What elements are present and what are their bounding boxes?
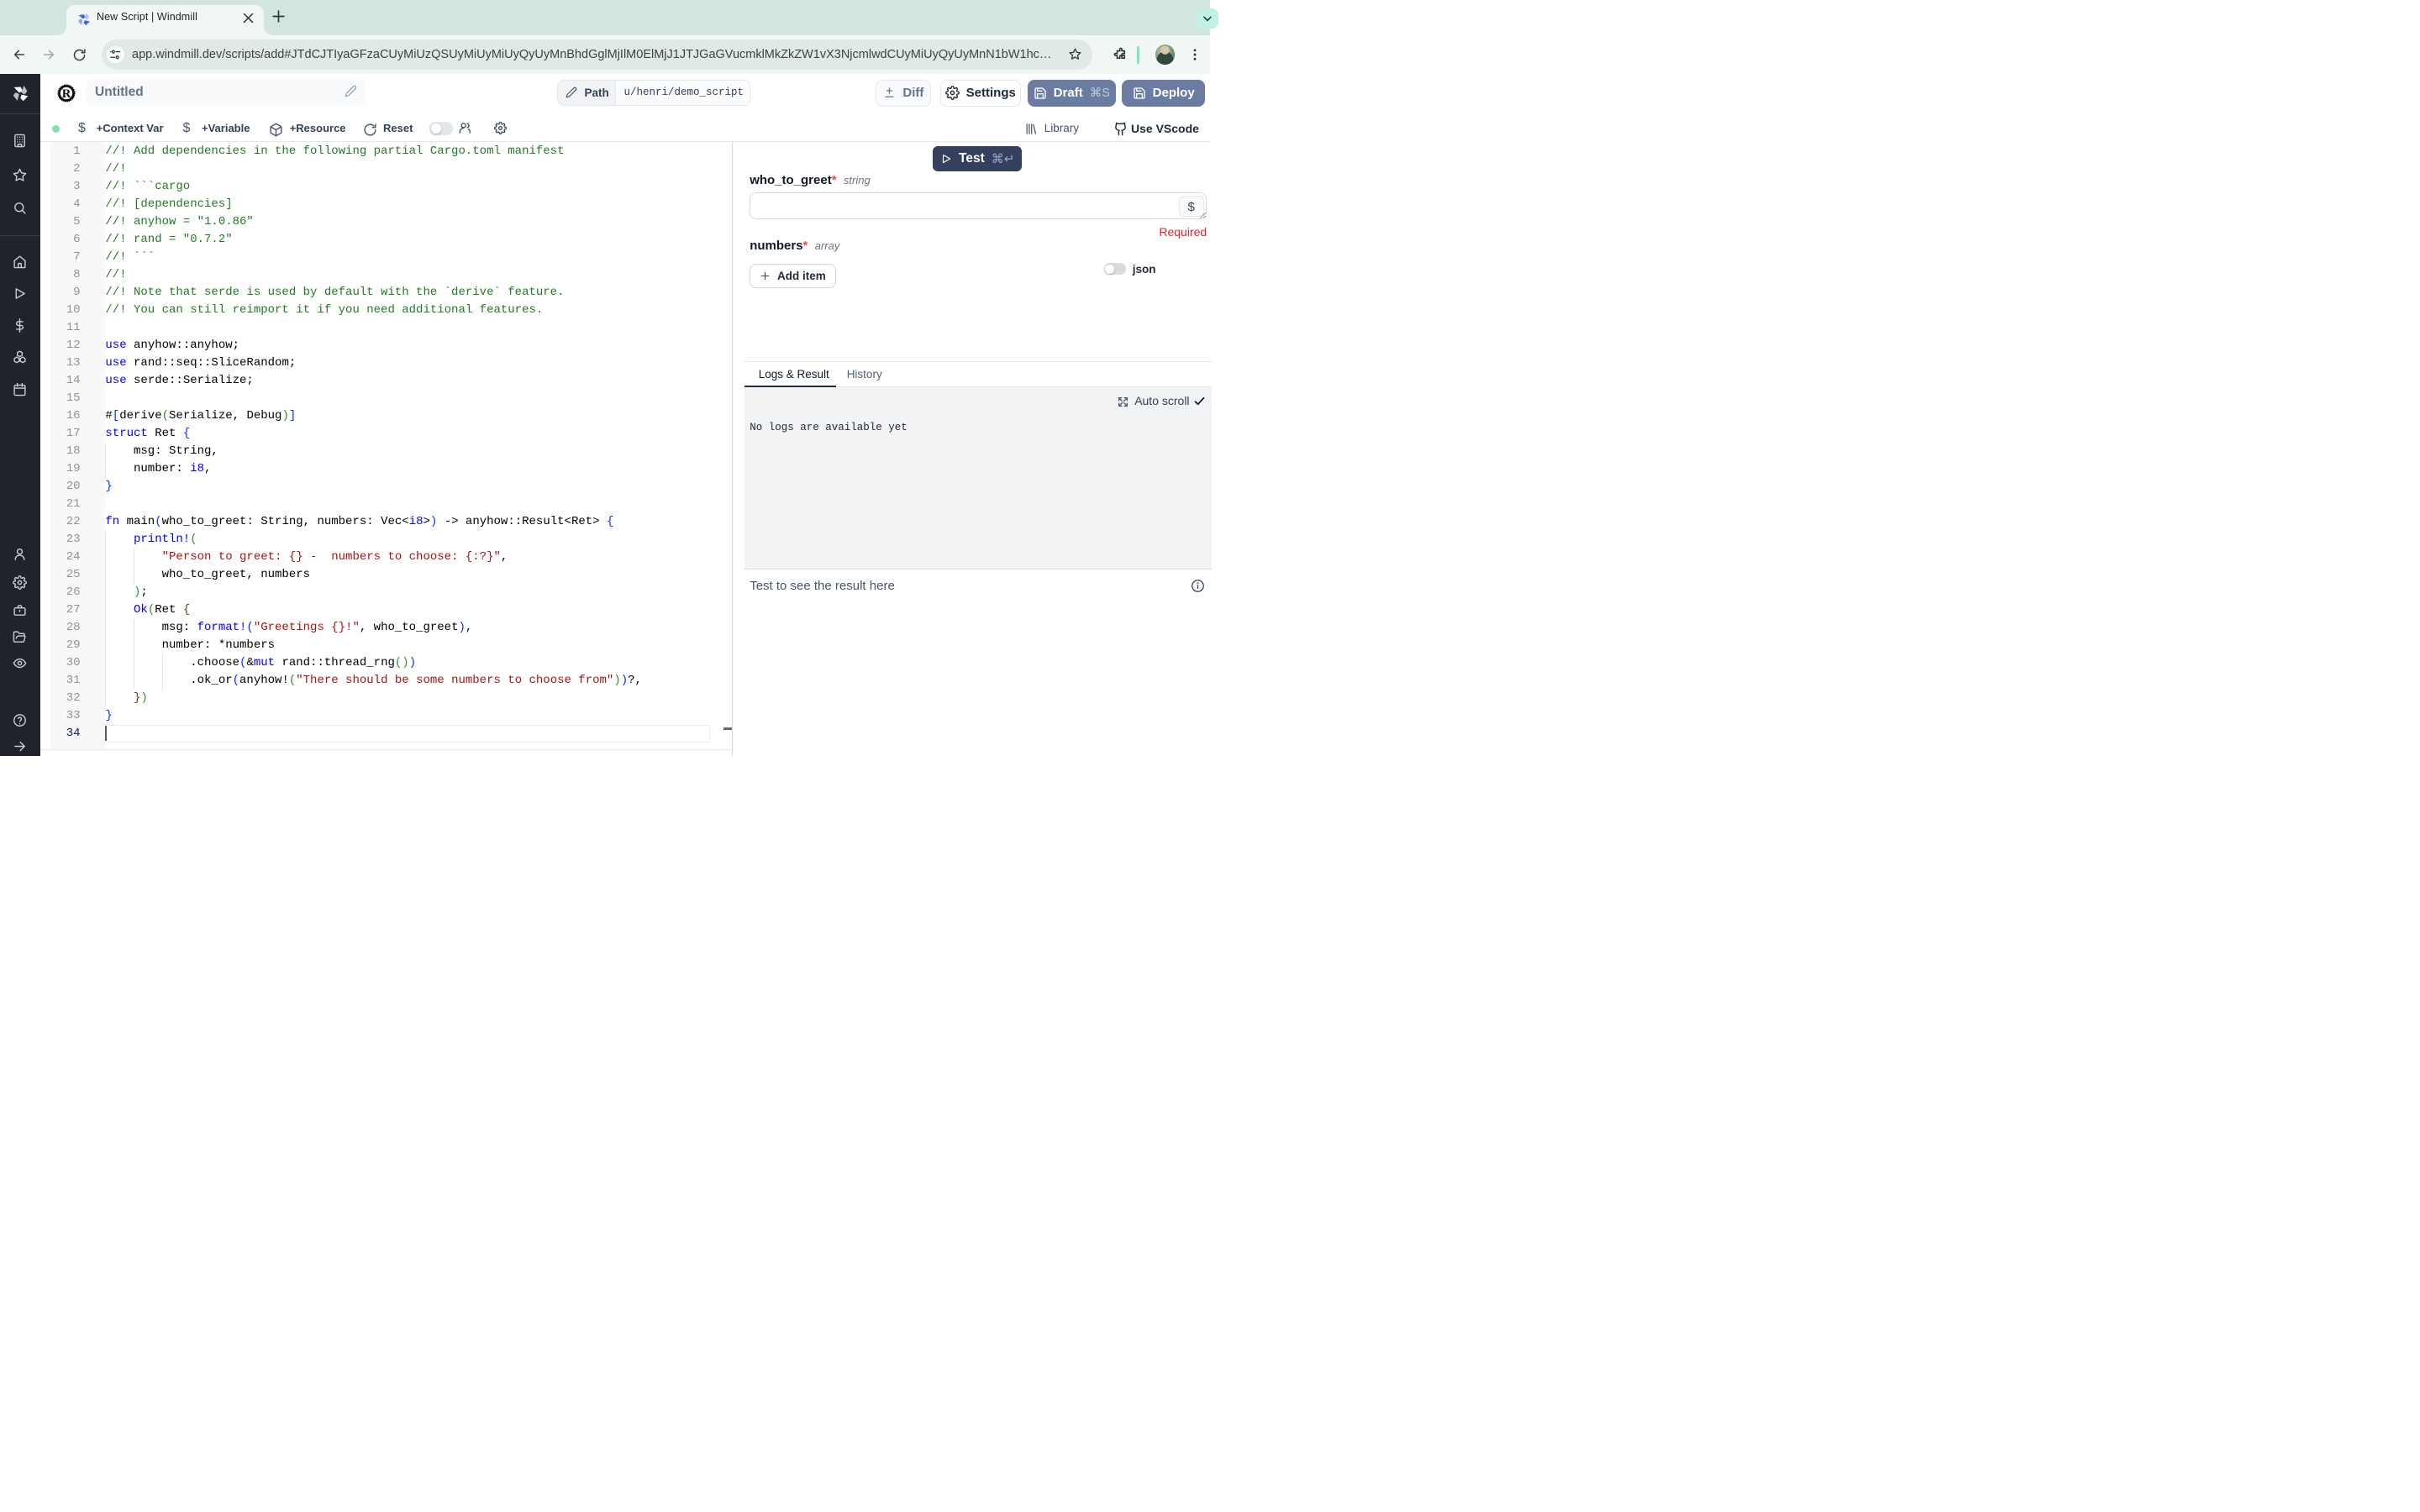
svg-text:R: R [62,87,71,101]
